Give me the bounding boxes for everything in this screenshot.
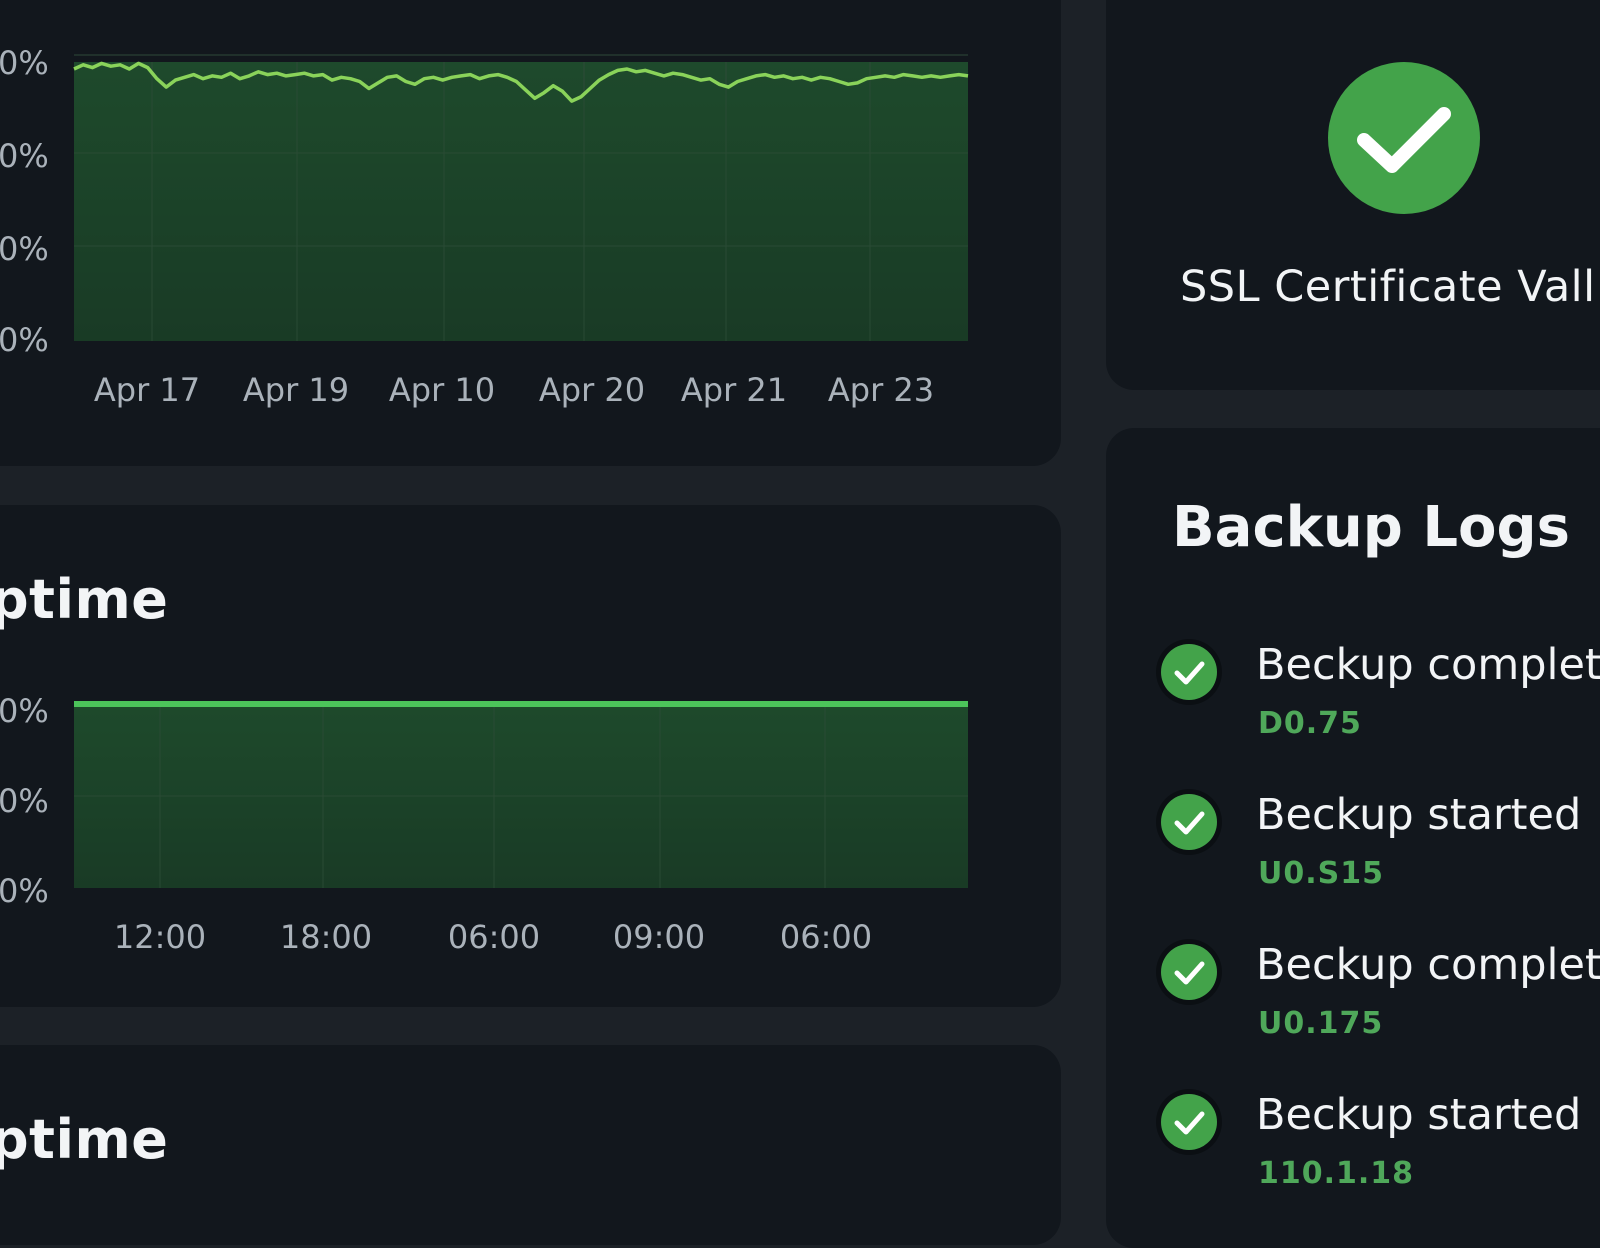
y-tick-label: 0% — [0, 782, 49, 820]
x-tick-label: 06:00 — [448, 918, 540, 956]
check-circle-icon — [1161, 1094, 1217, 1150]
x-tick-label: 12:00 — [114, 918, 206, 956]
y-tick-label: 0% — [0, 692, 49, 730]
x-tick-label: 09:00 — [613, 918, 705, 956]
y-tick-label: 0% — [0, 872, 49, 910]
series-area — [74, 704, 968, 888]
backup-log-value: U0.175 — [1258, 1006, 1384, 1041]
uptime-flat-chart: 0% 0% 0% 12:00 18:00 06:00 09:00 06:00 — [0, 692, 968, 956]
panel-title: ptime — [0, 1108, 169, 1171]
backup-log-label: Beckup started — [1256, 1090, 1582, 1140]
backup-log-item[interactable]: Beckup started 110.1.18 — [1155, 1090, 1600, 1230]
x-tick-label: 06:00 — [780, 918, 872, 956]
backup-log-value: 110.1.18 — [1258, 1156, 1415, 1191]
x-tick-label: 18:00 — [280, 918, 372, 956]
